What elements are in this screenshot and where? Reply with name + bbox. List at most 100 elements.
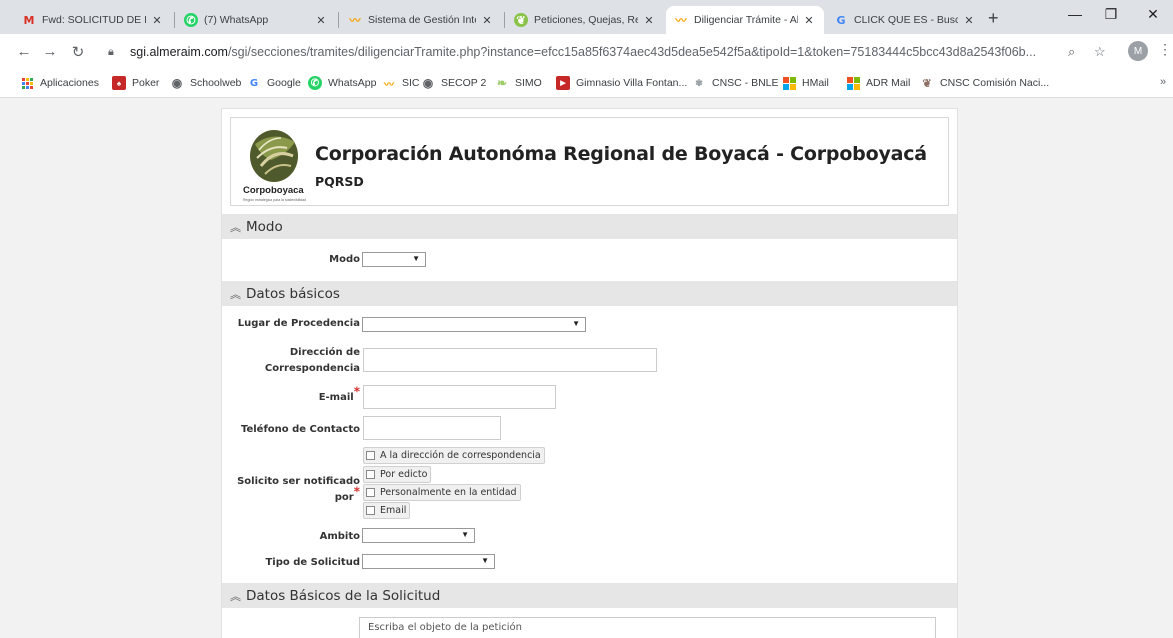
restore-button[interactable]: ❐ <box>1096 6 1126 23</box>
lugar-procedencia-select[interactable]: ▼ <box>362 317 586 332</box>
bookmark-cnsc-comision[interactable]: ❦ CNSC Comisión Naci... <box>920 76 1049 90</box>
objeto-placeholder: Escriba el objeto de la petición <box>368 622 522 633</box>
direccion-label-line1: Dirección de <box>289 347 360 358</box>
leaf-icon: ❧ <box>496 76 508 90</box>
tipo-solicitud-select[interactable]: ▼ <box>362 554 495 569</box>
ambito-label: Ambito <box>319 531 360 542</box>
gmail-icon: M <box>23 13 35 27</box>
forward-button[interactable]: → <box>40 43 60 60</box>
required-marker: * <box>353 384 360 399</box>
direccion-correspondencia-input[interactable] <box>363 348 657 372</box>
bookmark-label: CNSC - BNLE <box>712 77 779 89</box>
modo-select[interactable]: ▼ <box>362 252 426 267</box>
checkbox[interactable] <box>366 488 375 497</box>
minimize-button[interactable]: — <box>1060 6 1090 22</box>
bookmark-google[interactable]: G Google <box>247 76 301 90</box>
whatsapp-icon: ✆ <box>308 76 322 90</box>
close-icon[interactable]: ✕ <box>150 14 164 27</box>
address-bar[interactable]: 🔒︎ sgi.almeraim.com/sgi/secciones/tramit… <box>108 38 1116 66</box>
back-button[interactable]: ← <box>14 43 34 60</box>
section-title: Datos Básicos de la Solicitud <box>246 587 441 604</box>
page-title: Corporación Autonóma Regional de Boyacá … <box>315 143 927 165</box>
bookmark-label: Gimnasio Villa Fontan... <box>576 77 688 89</box>
reload-button[interactable]: ↻ <box>68 43 88 61</box>
section-modo-header[interactable]: ︽ Modo <box>222 214 957 239</box>
bookmark-label: Google <box>267 77 301 89</box>
page-subtitle: PQRSD <box>315 174 364 189</box>
logo-tagline: Región estratégica para la sostenibilida… <box>243 198 307 202</box>
close-window-button[interactable]: ✕ <box>1138 6 1168 23</box>
new-tab-button[interactable]: + <box>988 8 999 29</box>
close-icon[interactable]: ✕ <box>314 14 328 27</box>
section-datos-basicos-header[interactable]: ︽ Datos básicos <box>222 281 957 306</box>
bookmark-sic[interactable]: 〰 SIC <box>382 76 420 91</box>
tab-title: CLICK QUE ES - Buscar <box>854 14 958 26</box>
chevron-up-icon: ︽ <box>230 589 241 603</box>
notify-option-email[interactable]: Email <box>363 502 411 519</box>
section-datos-solicitud-header[interactable]: ︽ Datos Básicos de la Solicitud <box>222 583 957 608</box>
browser-tab-strip: M Fwd: SOLICITUD DE INF ✕ ✆ (7) WhatsApp… <box>0 0 1173 34</box>
cnsc-icon: ❦ <box>922 77 932 90</box>
profile-avatar[interactable]: M <box>1128 41 1148 61</box>
telefono-input[interactable] <box>363 416 501 440</box>
chevron-down-icon: ▼ <box>461 530 469 539</box>
email-input[interactable] <box>363 385 556 409</box>
browser-menu-icon[interactable]: ⋮ <box>1158 41 1172 58</box>
bookmark-schoolweb[interactable]: ◉ Schoolweb <box>170 76 242 90</box>
bookmark-cnsc-bnle[interactable]: ✾ CNSC - BNLE <box>692 76 779 90</box>
bookmark-secop[interactable]: ◉ SECOP 2 <box>421 76 487 90</box>
email-label-text: E-mail <box>318 392 354 403</box>
close-icon[interactable]: ✕ <box>480 14 494 27</box>
tab-divider <box>174 12 175 28</box>
bookmark-label: Poker <box>132 77 160 89</box>
checkbox[interactable] <box>366 470 375 479</box>
notify-option-direccion[interactable]: A la dirección de correspondencia <box>363 447 545 464</box>
bookmark-gimnasio[interactable]: ▶ Gimnasio Villa Fontan... <box>556 76 687 90</box>
notify-option-personalmente[interactable]: Personalmente en la entidad <box>363 484 521 501</box>
bookmark-adr-mail[interactable]: ADR Mail <box>846 76 910 90</box>
bookmark-simo[interactable]: ❧ SIMO <box>495 76 542 90</box>
notificado-label-text: Solicito ser notificado por <box>237 476 360 503</box>
bookmark-label: HMail <box>802 77 829 89</box>
telefono-label: Teléfono de Contacto <box>240 424 360 435</box>
bookmark-label: Aplicaciones <box>40 77 99 89</box>
bookmark-poker[interactable]: ♠ Poker <box>112 76 159 90</box>
page-header: Corpoboyaca Región estratégica para la s… <box>230 117 949 206</box>
bookmark-whatsapp[interactable]: ✆ WhatsApp <box>308 76 376 90</box>
checkbox-label: A la dirección de correspondencia <box>380 450 541 461</box>
bookmark-star-icon[interactable]: ☆ <box>1094 44 1106 60</box>
objeto-peticion-textarea[interactable]: Escriba el objeto de la petición <box>359 617 936 638</box>
tab-diligenciar-tramite[interactable]: 〰 Diligenciar Trámite - Al ✕ <box>666 6 824 34</box>
google-icon: G <box>836 13 846 27</box>
section-title: Modo <box>246 218 283 235</box>
bookmark-aplicaciones[interactable]: Aplicaciones <box>20 76 99 90</box>
notify-option-edicto[interactable]: Por edicto <box>363 466 432 483</box>
close-icon[interactable]: ✕ <box>802 14 816 27</box>
url-path: /sgi/secciones/tramites/diligenciarTrami… <box>227 45 1037 59</box>
checkbox-label: Email <box>380 505 407 516</box>
tab-google-search[interactable]: G CLICK QUE ES - Buscar ✕ <box>826 6 984 34</box>
tab-peticiones[interactable]: ❦ Peticiones, Quejas, Recl ✕ <box>506 6 664 34</box>
close-icon[interactable]: ✕ <box>642 14 656 27</box>
close-icon[interactable]: ✕ <box>962 14 976 27</box>
tab-whatsapp[interactable]: ✆ (7) WhatsApp ✕ <box>176 6 336 34</box>
tab-sistema-gestion[interactable]: 〰 Sistema de Gestión Inte ✕ <box>340 6 502 34</box>
bookmark-label: ADR Mail <box>866 77 911 89</box>
tab-gmail[interactable]: M Fwd: SOLICITUD DE INF ✕ <box>14 6 172 34</box>
almeraim-icon: 〰 <box>675 15 687 27</box>
section-title: Datos básicos <box>246 285 340 302</box>
zoom-icon[interactable]: ⌕ <box>1068 44 1075 60</box>
chevron-down-icon: ▼ <box>481 556 489 565</box>
checkbox[interactable] <box>366 451 375 460</box>
microsoft-icon <box>846 76 860 90</box>
lugar-procedencia-label: Lugar de Procedencia <box>237 318 360 329</box>
modo-label: Modo <box>329 254 360 265</box>
poker-icon: ♠ <box>112 76 126 90</box>
url-host: sgi.almeraim.com <box>130 45 228 59</box>
bookmark-hmail[interactable]: HMail <box>782 76 829 90</box>
bookmark-label: WhatsApp <box>328 77 377 89</box>
bookmarks-overflow-button[interactable]: » <box>1160 76 1166 88</box>
ambito-select[interactable]: ▼ <box>362 528 475 543</box>
checkbox[interactable] <box>366 506 375 515</box>
chevron-down-icon: ▼ <box>412 254 420 263</box>
